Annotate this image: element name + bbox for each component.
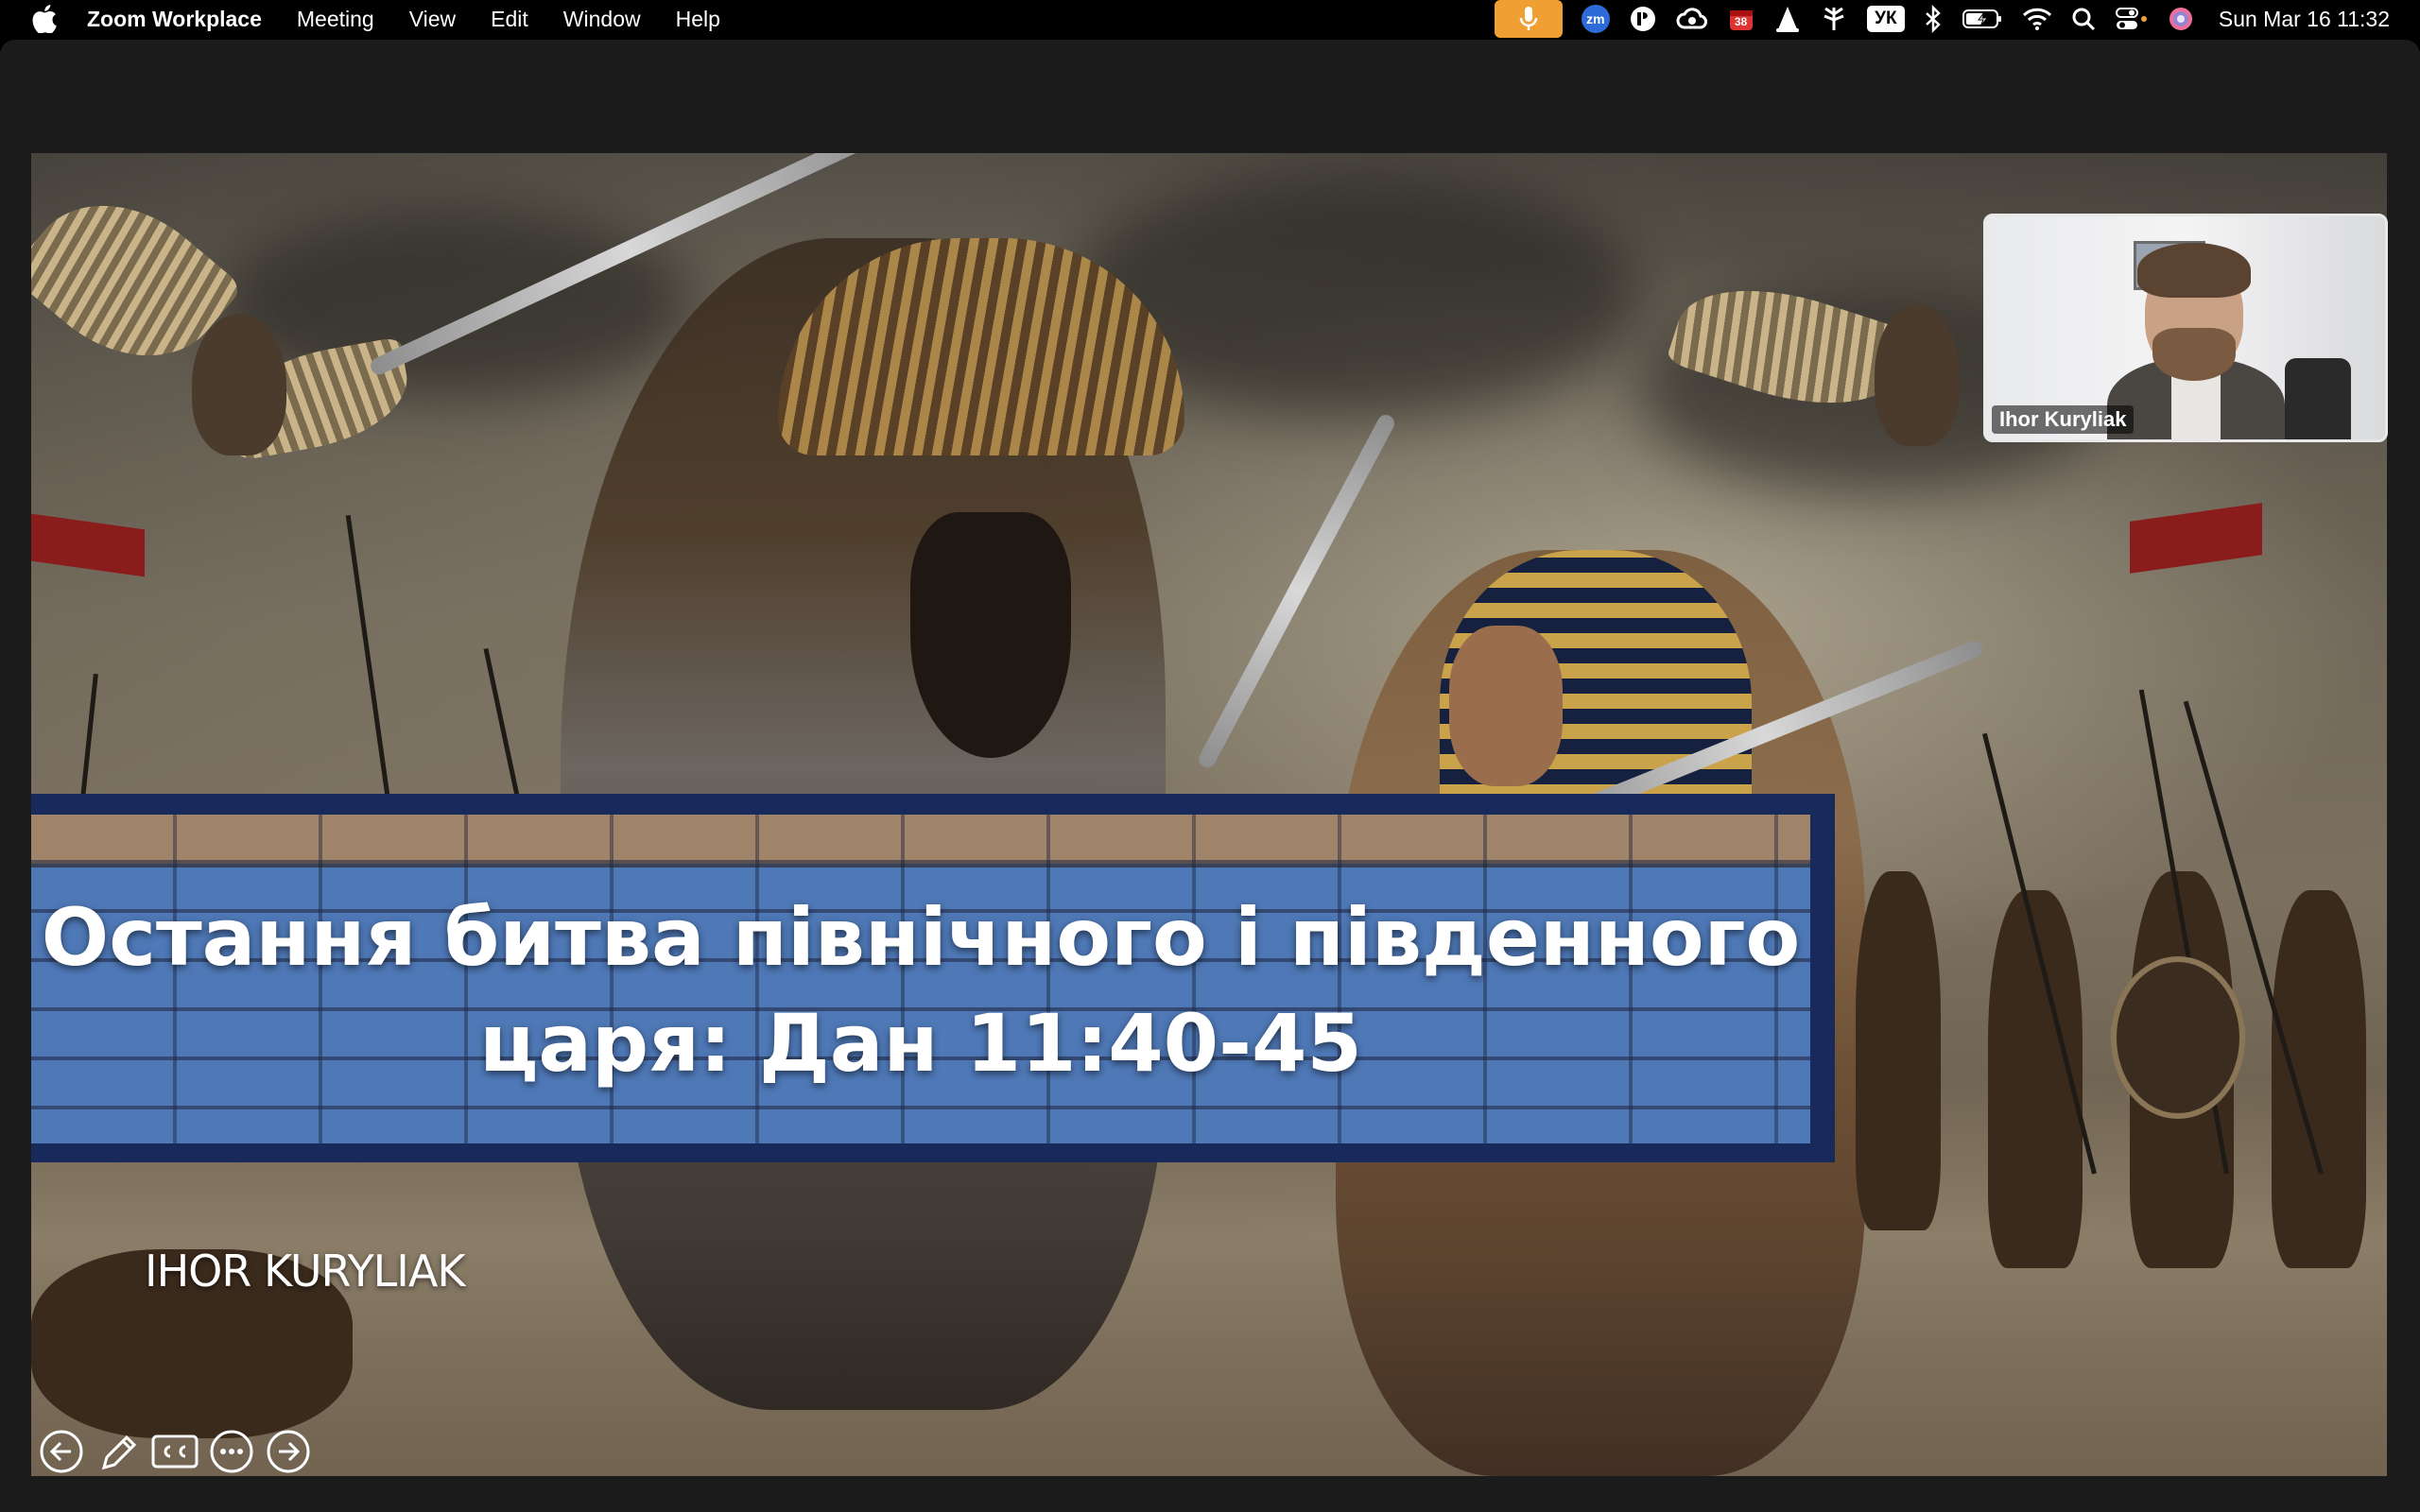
menu-bar-clock[interactable]: Sun Mar 16 11:32: [2219, 7, 2390, 32]
menu-window[interactable]: Window: [563, 7, 641, 32]
menu-bar: Zoom Workplace Meeting View Edit Window …: [0, 0, 2420, 38]
vlc-icon[interactable]: [1774, 0, 1801, 38]
microphone-icon[interactable]: [1494, 0, 1563, 38]
closed-captions-icon: [151, 1435, 199, 1469]
slide-title: Остання битва північного і південного ца…: [41, 891, 1801, 1090]
zoom-meeting-window: Остання битва північного і південного ца…: [0, 40, 2420, 1512]
calendar-count: 38: [1734, 15, 1748, 28]
creative-cloud-icon[interactable]: [1676, 0, 1708, 38]
title-banner: Остання битва північного і південного ца…: [31, 794, 1835, 1162]
tree-icon[interactable]: [1820, 0, 1848, 38]
vpn-icon[interactable]: [1629, 0, 1657, 38]
presentation-toolbar: [31, 1425, 315, 1476]
wifi-icon[interactable]: [2022, 0, 2052, 38]
keyboard-layout-label: УК: [1866, 6, 1905, 32]
brick-wall-background: Остання битва північного і південного ца…: [31, 815, 1810, 1143]
next-slide-button[interactable]: [262, 1425, 315, 1476]
arrow-left-circle-icon: [40, 1430, 83, 1473]
menu-meeting[interactable]: Meeting: [297, 7, 374, 32]
calendar-icon[interactable]: 38: [1727, 0, 1755, 38]
pen-icon: [101, 1435, 137, 1470]
pen-button[interactable]: [92, 1425, 145, 1476]
participant-video-tile[interactable]: Ihor Kuryliak: [1983, 214, 2388, 442]
participant-beard: [2152, 328, 2236, 381]
menu-bar-left: Zoom Workplace Meeting View Edit Window …: [0, 0, 755, 38]
menu-help[interactable]: Help: [676, 7, 720, 32]
zoom-icon[interactable]: zm: [1581, 0, 1610, 38]
siri-icon[interactable]: [2168, 0, 2194, 38]
ellipsis-circle-icon: [210, 1430, 253, 1473]
menu-view[interactable]: View: [409, 7, 456, 32]
search-icon[interactable]: [2071, 0, 2096, 38]
bluetooth-icon[interactable]: [1924, 0, 1943, 38]
control-center-icon[interactable]: [2115, 0, 2149, 38]
arrow-right-circle-icon: [267, 1430, 310, 1473]
captions-button[interactable]: [148, 1425, 201, 1476]
participant-name-label: Ihor Kuryliak: [1992, 405, 2135, 434]
menu-edit[interactable]: Edit: [491, 7, 528, 32]
menu-bar-status-area: zm 38 УК Sun Mar 16 11:32: [1476, 0, 2390, 38]
office-chair: [2285, 358, 2351, 439]
participant-hair: [2137, 243, 2251, 298]
battery-icon[interactable]: [1962, 0, 2003, 38]
zoom-badge: zm: [1581, 5, 1610, 33]
previous-slide-button[interactable]: [35, 1425, 88, 1476]
apple-logo-icon[interactable]: [28, 3, 60, 35]
keyboard-layout-indicator[interactable]: УК: [1866, 0, 1905, 38]
more-options-button[interactable]: [205, 1425, 258, 1476]
slide-author: IHOR KURYLIAK: [145, 1246, 465, 1297]
app-name-menu[interactable]: Zoom Workplace: [87, 7, 262, 32]
